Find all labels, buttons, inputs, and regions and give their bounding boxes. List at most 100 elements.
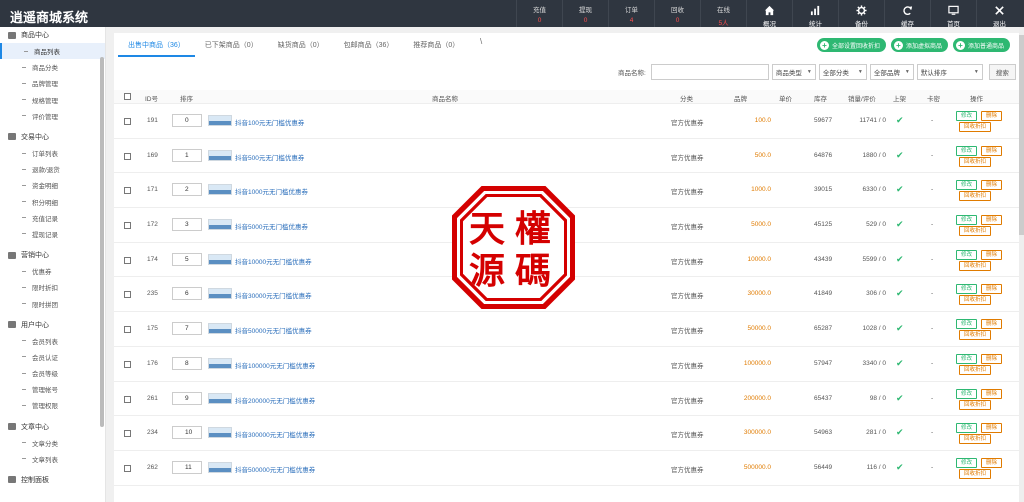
sort-input[interactable]: 3 xyxy=(172,218,202,232)
check-icon[interactable]: ✔ xyxy=(896,254,904,265)
edit-button[interactable]: 修改 xyxy=(956,284,978,295)
edit-button[interactable]: 修改 xyxy=(956,215,978,226)
sort-input[interactable]: 11 xyxy=(172,460,202,474)
recycle-discount-button[interactable]: 回收折扣 xyxy=(959,434,992,445)
recycle-discount-button[interactable]: 回收折扣 xyxy=(959,191,992,202)
sidebar-item[interactable]: 提现记录 xyxy=(0,226,105,242)
sidebar-item[interactable]: 会员等级 xyxy=(0,365,105,381)
recycle-discount-button[interactable]: 回收折扣 xyxy=(959,260,992,271)
delete-button[interactable]: 删除 xyxy=(981,319,1003,330)
nav-monitor[interactable]: 首页 xyxy=(930,0,976,28)
edit-button[interactable]: 修改 xyxy=(956,319,978,330)
delete-button[interactable]: 删除 xyxy=(981,215,1003,226)
check-icon[interactable]: ✔ xyxy=(896,358,904,369)
page-scrollbar[interactable] xyxy=(1019,27,1024,502)
recycle-discount-button[interactable]: 回收折扣 xyxy=(959,226,992,237)
tab-2[interactable]: 缺货商品（0） xyxy=(268,37,334,57)
sidebar-item[interactable]: 积分明细 xyxy=(0,194,105,210)
sidebar-item[interactable]: 管理帐号 xyxy=(0,381,105,397)
sidebar-group[interactable]: 交易中心 xyxy=(0,129,105,145)
sidebar-item[interactable]: 管理权限 xyxy=(0,397,105,413)
product-name-link[interactable]: 抖音100000元无门槛优惠券 xyxy=(235,360,315,370)
edit-button[interactable]: 修改 xyxy=(956,353,978,364)
sidebar-item[interactable]: 会员认证 xyxy=(0,349,105,365)
sidebar-item[interactable]: 优惠券 xyxy=(0,263,105,279)
row-checkbox[interactable] xyxy=(124,118,131,125)
sidebar-item[interactable]: 品牌管理 xyxy=(0,75,105,91)
sidebar-group[interactable]: 营销中心 xyxy=(0,247,105,263)
recycle-discount-button[interactable]: 回收折扣 xyxy=(959,295,992,306)
stat-item[interactable]: 充值 0 xyxy=(516,0,562,27)
sidebar-item[interactable]: 商品分类 xyxy=(0,59,105,75)
edit-button[interactable]: 修改 xyxy=(956,145,978,156)
sort-input[interactable]: 5 xyxy=(172,252,202,266)
row-checkbox[interactable] xyxy=(124,464,131,472)
sidebar-group[interactable]: 文章中心 xyxy=(0,419,105,435)
recycle-discount-button[interactable]: 回收折扣 xyxy=(959,156,992,167)
sort-input[interactable]: 9 xyxy=(172,391,202,405)
nav-home[interactable]: 概况 xyxy=(746,0,792,28)
action-button-1[interactable]: + 添加虚拟商品 xyxy=(890,38,948,52)
product-name-link[interactable]: 抖音500000元无门槛优惠券 xyxy=(235,464,315,474)
sidebar-scrollbar[interactable] xyxy=(100,57,104,427)
recycle-discount-button[interactable]: 回收折扣 xyxy=(959,122,992,132)
edit-button[interactable]: 修改 xyxy=(956,111,978,121)
recycle-discount-button[interactable]: 回收折扣 xyxy=(959,399,992,410)
recycle-discount-button[interactable]: 回收折扣 xyxy=(959,468,992,479)
delete-button[interactable]: 删除 xyxy=(981,111,1003,121)
delete-button[interactable]: 删除 xyxy=(981,284,1003,295)
sidebar-item[interactable]: 资金明细 xyxy=(0,177,105,193)
product-name-link[interactable]: 抖音100元无门槛优惠券 xyxy=(235,117,304,127)
row-checkbox[interactable] xyxy=(124,256,131,264)
row-checkbox[interactable] xyxy=(124,291,131,299)
row-checkbox[interactable] xyxy=(124,222,131,230)
recycle-discount-button[interactable]: 回收折扣 xyxy=(959,364,992,375)
edit-button[interactable]: 修改 xyxy=(956,249,978,260)
select-all-checkbox[interactable] xyxy=(124,93,131,100)
sidebar-item[interactable]: 会员列表 xyxy=(0,333,105,349)
check-icon[interactable]: ✔ xyxy=(896,219,904,230)
sidebar-group[interactable]: 用户中心 xyxy=(0,317,105,333)
name-filter-input[interactable] xyxy=(650,64,769,80)
edit-button[interactable]: 修改 xyxy=(956,457,978,468)
tab-3[interactable]: 包邮商品（36） xyxy=(334,37,404,57)
edit-button[interactable]: 修改 xyxy=(956,388,978,399)
sidebar-item[interactable]: 订单列表 xyxy=(0,145,105,161)
type-select[interactable]: 商品类型 ▼ xyxy=(771,64,816,80)
sort-select[interactable]: 默认排序 ▼ xyxy=(916,64,983,80)
sidebar-group[interactable]: 控制面板 xyxy=(0,472,105,488)
sort-input[interactable]: 0 xyxy=(172,114,202,127)
delete-button[interactable]: 删除 xyxy=(981,457,1003,468)
page-scrollbar-thumb[interactable] xyxy=(1019,35,1024,235)
row-checkbox[interactable] xyxy=(124,430,131,438)
tab-0[interactable]: 出售中商品（36） xyxy=(118,37,195,57)
product-name-link[interactable]: 抖音500元无门槛优惠券 xyxy=(235,152,304,162)
product-name-link[interactable]: 抖音300000元无门槛优惠券 xyxy=(235,429,315,439)
row-checkbox[interactable] xyxy=(124,152,131,160)
product-name-link[interactable]: 抖音10000元无门槛优惠券 xyxy=(235,256,312,266)
check-icon[interactable]: ✔ xyxy=(896,393,904,404)
product-name-link[interactable]: 抖音1000元无门槛优惠券 xyxy=(235,186,308,196)
nav-close[interactable]: 退出 xyxy=(976,0,1022,28)
sidebar-item[interactable]: 退款/退货 xyxy=(0,161,105,177)
check-icon[interactable]: ✔ xyxy=(896,184,904,195)
sidebar-item[interactable]: 规格管理 xyxy=(0,92,105,108)
nav-bar-chart[interactable]: 统计 xyxy=(792,0,838,28)
tab-4[interactable]: 推荐商品（0） xyxy=(403,37,469,57)
sidebar-item[interactable]: 限时折扣 xyxy=(0,279,105,295)
product-name-link[interactable]: 抖音30000元无门槛优惠券 xyxy=(235,290,312,300)
sort-input[interactable]: 7 xyxy=(172,322,202,336)
sidebar-item[interactable]: 评价管理 xyxy=(0,108,105,124)
sidebar-group[interactable]: 商品中心 xyxy=(0,27,105,43)
nav-refresh[interactable]: 缓存 xyxy=(884,0,930,28)
stat-item[interactable]: 在线 5人 xyxy=(700,0,746,27)
sort-input[interactable]: 10 xyxy=(172,426,202,440)
edit-button[interactable]: 修改 xyxy=(956,423,978,434)
sort-input[interactable]: 2 xyxy=(172,183,202,197)
check-icon[interactable]: ✔ xyxy=(896,288,904,299)
sidebar-item[interactable]: 文章列表 xyxy=(0,451,105,467)
row-checkbox[interactable] xyxy=(124,395,131,403)
check-icon[interactable]: ✔ xyxy=(896,150,904,161)
product-name-link[interactable]: 抖音5000元无门槛优惠券 xyxy=(235,221,308,231)
stat-item[interactable]: 订单 4 xyxy=(608,0,654,27)
